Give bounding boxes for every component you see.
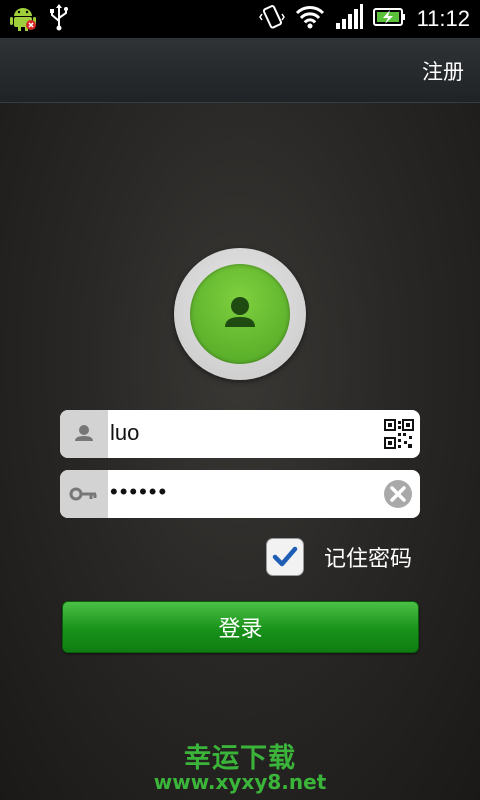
avatar-circle: [190, 264, 290, 364]
login-button[interactable]: 登录: [62, 601, 419, 653]
user-icon: [225, 297, 255, 327]
person-icon: [75, 425, 93, 441]
username-icon-box: [60, 410, 108, 458]
android-debug-icon: [8, 2, 38, 36]
password-icon-box: [60, 470, 108, 518]
key-icon: [69, 487, 97, 501]
battery-charging-icon: [372, 6, 407, 32]
username-input[interactable]: luo: [110, 420, 139, 446]
remember-password-row[interactable]: 记住密码: [266, 538, 412, 576]
usb-icon: [48, 3, 70, 35]
clear-icon[interactable]: [382, 478, 414, 514]
signal-icon: [335, 4, 363, 34]
login-button-label: 登录: [218, 617, 263, 642]
clock: 11:12: [416, 6, 470, 31]
avatar: [174, 248, 306, 380]
vibrate-icon: [258, 4, 285, 34]
register-button[interactable]: 注册: [422, 56, 464, 86]
wifi-icon: [295, 4, 325, 34]
status-bar: 11:12: [0, 0, 480, 38]
qr-code-icon[interactable]: [384, 419, 414, 453]
title-bar: 注册: [0, 38, 480, 103]
watermark-url: www.xyxy8.net: [153, 770, 327, 794]
password-field[interactable]: ••••••: [60, 470, 420, 518]
password-input[interactable]: ••••••: [110, 479, 168, 505]
username-field[interactable]: luo: [60, 410, 420, 458]
remember-password-checkbox[interactable]: [266, 538, 304, 576]
checkmark-icon: [272, 546, 298, 567]
remember-password-label: 记住密码: [324, 547, 413, 572]
